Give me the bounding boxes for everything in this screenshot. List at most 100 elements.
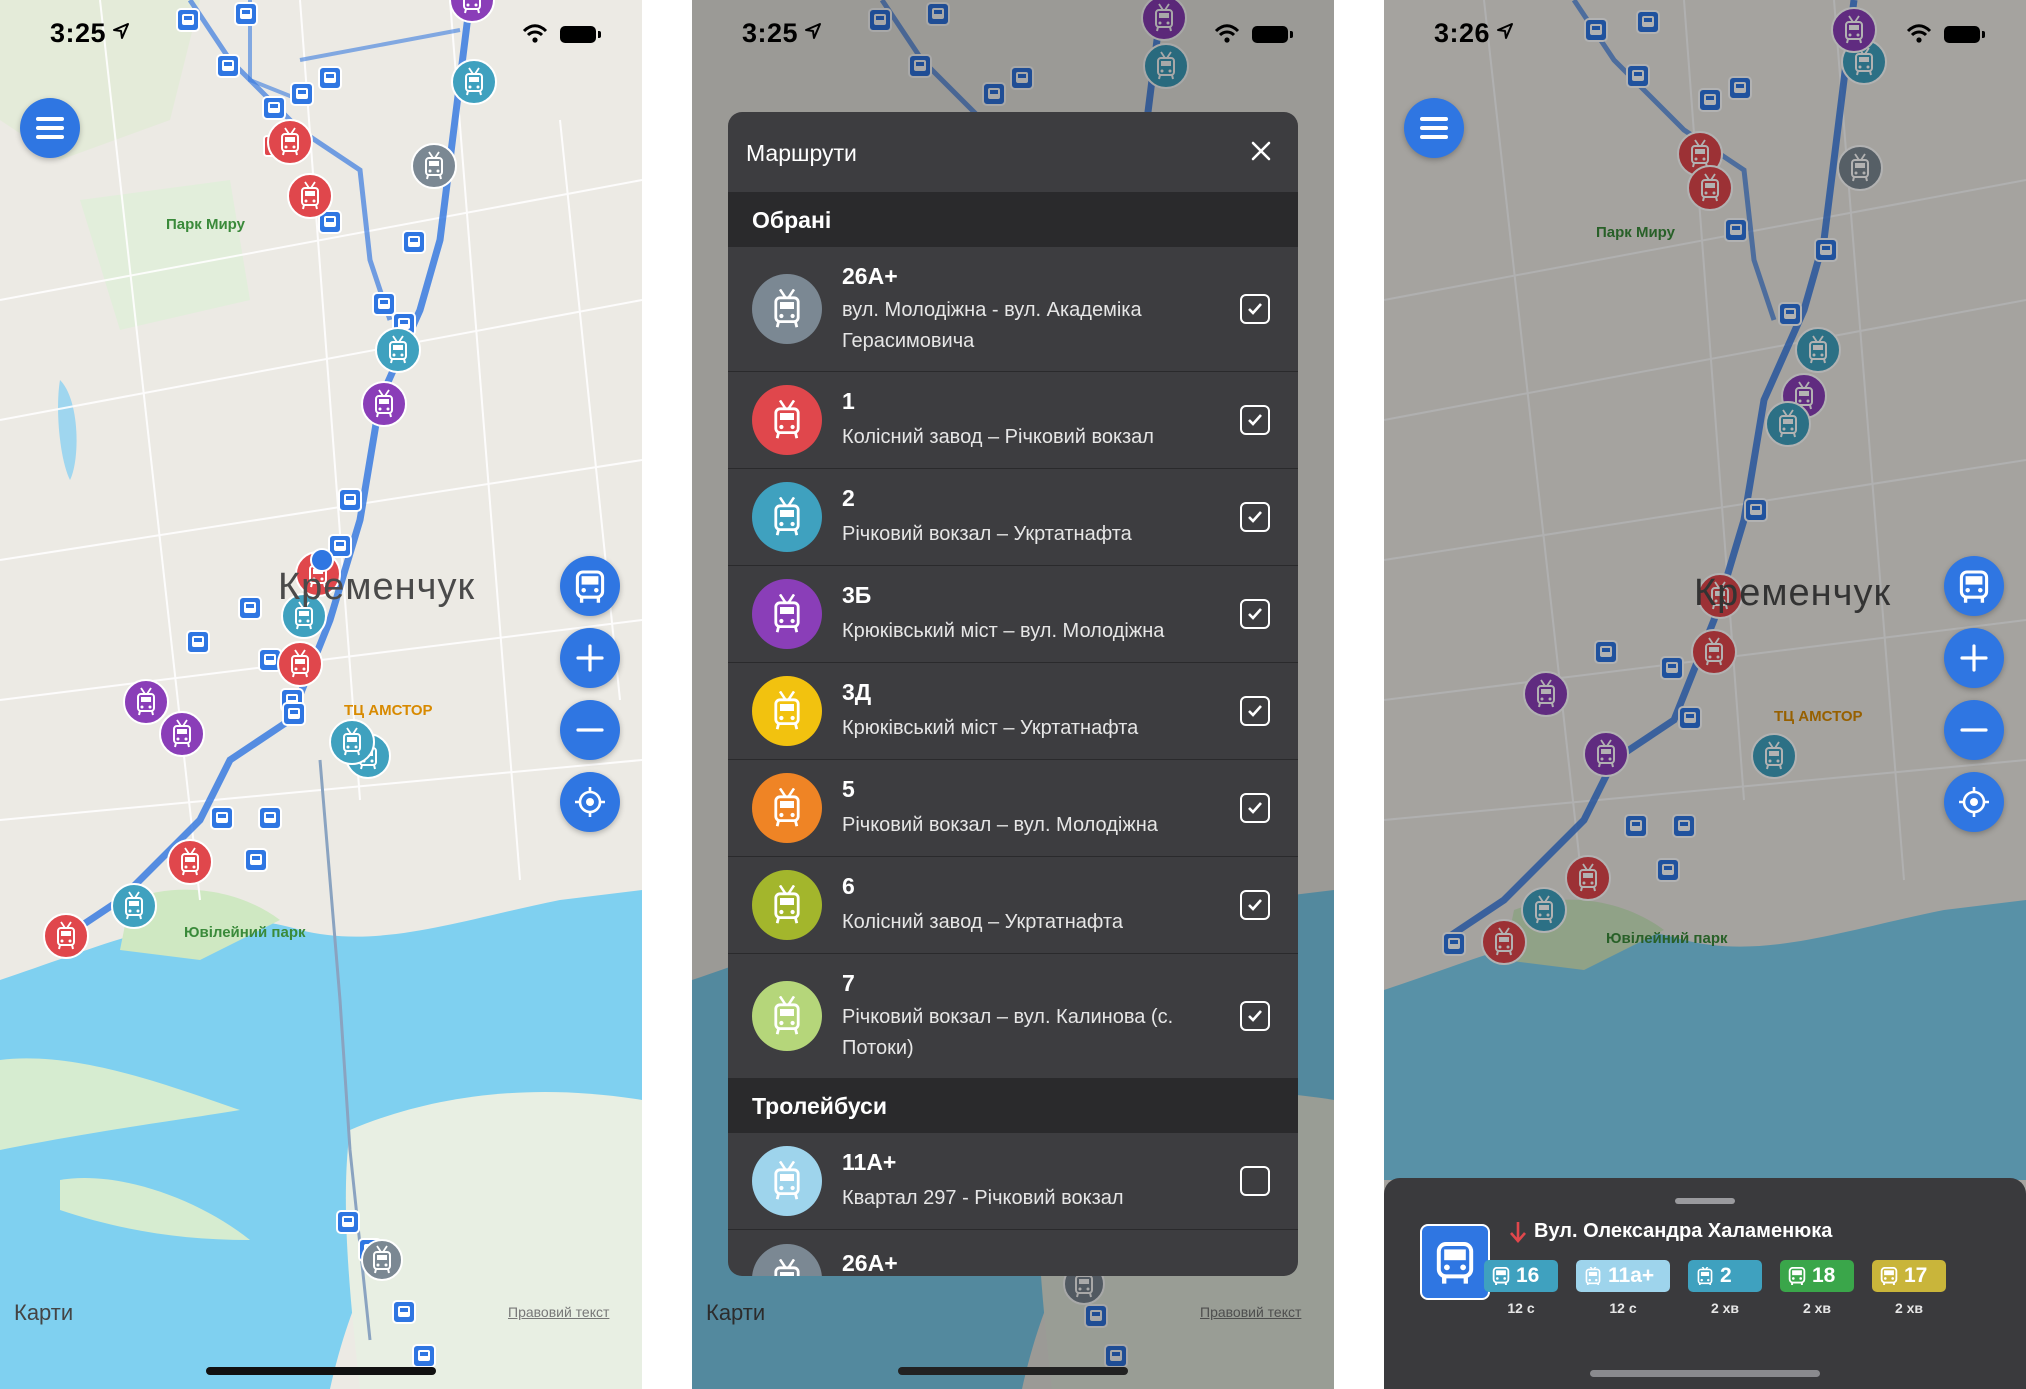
route-row[interactable]: 3Д Крюківський міст – Укртатнафта (728, 663, 1298, 760)
route-checkbox[interactable] (1240, 1166, 1270, 1196)
zoom-out-button[interactable] (560, 700, 620, 760)
route-checkbox-checked[interactable] (1240, 793, 1270, 823)
checkmark-icon (1248, 1010, 1262, 1022)
route-color-icon (752, 773, 822, 843)
zoom-out-button[interactable] (1944, 700, 2004, 760)
arrival-chip[interactable]: 16 (1484, 1260, 1558, 1292)
trolleybus-icon (774, 996, 800, 1036)
trolleybus-icon (1585, 1267, 1601, 1285)
checkmark-icon (1248, 705, 1262, 717)
route-number: 11А+ (842, 1149, 897, 1175)
close-icon[interactable] (1246, 136, 1276, 166)
locate-me-button[interactable] (1944, 772, 2004, 832)
transport-type-button[interactable] (1944, 556, 2004, 616)
route-number: 6 (842, 873, 855, 899)
section-trolleybuses: Тролейбуси (728, 1079, 1298, 1133)
route-description: Колісний завод – Укртатнафта (842, 911, 1123, 933)
status-bar: 3:25 (0, 0, 642, 70)
route-row[interactable]: 3Б Крюківський міст – вул. Молодіжна (728, 566, 1298, 663)
map-screen-left: Парк Миру Кременчук ТЦ АМСТОР Ювілейний … (0, 0, 642, 1389)
arrival-route: 17 (1904, 1264, 1928, 1287)
maps-logo: Карти (14, 1300, 74, 1325)
route-color-icon (752, 482, 822, 552)
route-row[interactable]: 26А+ (728, 1230, 1298, 1276)
arrival-route: 16 (1516, 1264, 1540, 1287)
location-arrow-icon (1497, 23, 1513, 39)
transport-type-button[interactable] (560, 556, 620, 616)
wifi-icon (1906, 24, 1932, 43)
trolleybus-icon (774, 289, 800, 329)
route-description: Річковий вокзал – вул. Калинова (с. Пото… (842, 1006, 1174, 1059)
route-checkbox-checked[interactable] (1240, 502, 1270, 532)
route-checkbox-checked[interactable] (1240, 599, 1270, 629)
arrival-time: 2 хв (1894, 1300, 1924, 1316)
route-number: 2 (842, 485, 855, 511)
route-color-icon (752, 579, 822, 649)
arrival-chip[interactable]: 17 (1872, 1260, 1946, 1292)
modal-title: Маршрути (746, 140, 857, 166)
minus-icon (1960, 728, 1988, 732)
bus-icon (1492, 1267, 1510, 1285)
routes-modal: Маршрути Обрані 26А+ вул. Молодіжна - вул… (728, 112, 1298, 1276)
bus-icon (1959, 570, 1989, 603)
park-label: Ювілейний парк (184, 924, 306, 941)
crosshair-icon (1959, 787, 1989, 817)
trolleybus-routes-list: 11А+ Квартал 297 - Річковий вокзал 26А+ (728, 1133, 1298, 1276)
trolleybus-icon (1697, 1267, 1713, 1285)
checkmark-icon (1248, 608, 1262, 620)
trolleybus-icon (774, 885, 800, 925)
trolleybus-icon (774, 1161, 800, 1201)
checkmark-icon (1248, 303, 1262, 315)
route-checkbox-checked[interactable] (1240, 294, 1270, 324)
arrival-time: 2 хв (1802, 1300, 1832, 1316)
arrival-chip[interactable]: 18 (1780, 1260, 1854, 1292)
status-bar: 3:26 (1384, 0, 2026, 70)
route-row[interactable]: 2 Річковий вокзал – Укртатнафта (728, 469, 1298, 566)
route-checkbox-checked[interactable] (1240, 696, 1270, 726)
route-row[interactable]: 1 Колісний завод – Річковий вокзал (728, 372, 1298, 469)
legal-link[interactable]: Правовий текст (508, 1304, 609, 1320)
route-color-icon (752, 981, 822, 1051)
zoom-in-button[interactable] (1944, 628, 2004, 688)
locate-me-button[interactable] (560, 772, 620, 832)
route-checkbox-checked[interactable] (1240, 1001, 1270, 1031)
zoom-in-button[interactable] (560, 628, 620, 688)
route-number: 26А+ (842, 1250, 898, 1276)
route-description: Колісний завод – Річковий вокзал (842, 426, 1154, 448)
home-indicator (898, 1367, 1128, 1375)
modal-header: Маршрути (728, 112, 1298, 193)
route-row[interactable]: 11А+ Квартал 297 - Річковий вокзал (728, 1133, 1298, 1230)
route-checkbox-checked[interactable] (1240, 405, 1270, 435)
route-row[interactable]: 5 Річковий вокзал – вул. Молодіжна (728, 760, 1298, 857)
route-row[interactable]: 7 Річковий вокзал – вул. Калинова (с. Пот… (728, 954, 1298, 1079)
plus-icon (576, 644, 604, 672)
trolleybus-icon (774, 691, 800, 731)
sheet-grabber[interactable] (1675, 1198, 1735, 1204)
stop-bottom-sheet[interactable]: Вул. Олександра Халаменюка 16 12 с 11а+ 12 … (1384, 1178, 2026, 1389)
minus-icon (576, 728, 604, 732)
route-checkbox-checked[interactable] (1240, 890, 1270, 920)
arrow-down-icon (1510, 1222, 1526, 1243)
city-map[interactable] (0, 0, 642, 1389)
arrival-route: 18 (1812, 1264, 1836, 1287)
bus-stop-icon (1420, 1224, 1490, 1300)
route-row[interactable]: 26А+ вул. Молодіжна - вул. Академіка Гера… (728, 247, 1298, 372)
menu-button[interactable] (1404, 98, 1464, 158)
route-description: Річковий вокзал – Укртатнафта (842, 523, 1132, 545)
route-color-icon (752, 274, 822, 344)
trolleybus-icon (774, 788, 800, 828)
route-color-icon (752, 676, 822, 746)
route-description: Річковий вокзал – вул. Молодіжна (842, 814, 1158, 836)
plus-icon (1960, 644, 1988, 672)
city-label: Кременчук (278, 566, 476, 608)
shop-label: ТЦ АМСТОР (344, 702, 433, 719)
route-description: Крюківський міст – Укртатнафта (842, 717, 1139, 739)
route-number: 7 (842, 970, 855, 996)
checkmark-icon (1248, 511, 1262, 523)
route-color-icon (752, 385, 822, 455)
menu-button[interactable] (20, 98, 80, 158)
route-row[interactable]: 6 Колісний завод – Укртатнафта (728, 857, 1298, 954)
battery-icon (560, 26, 601, 43)
arrival-chip[interactable]: 11а+ (1576, 1260, 1670, 1292)
arrival-chip[interactable]: 2 (1688, 1260, 1762, 1292)
